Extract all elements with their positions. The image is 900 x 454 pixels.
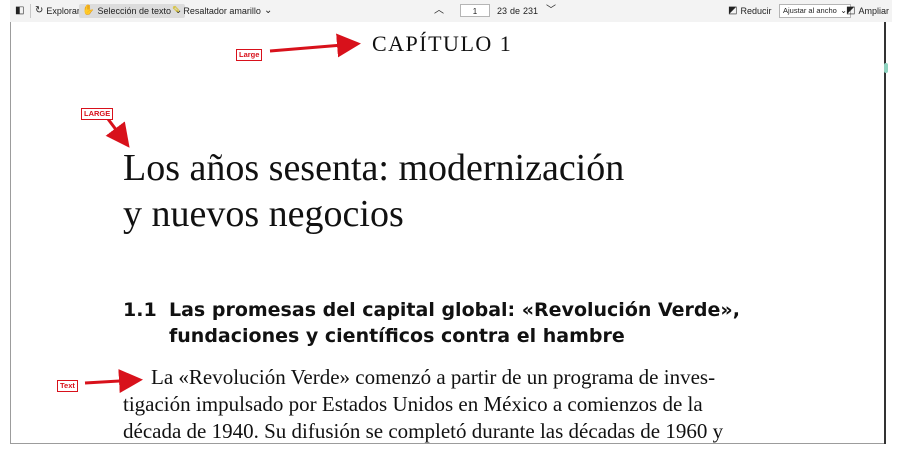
annotation-arrow (269, 33, 361, 58)
annotation-label: LARGE (81, 108, 114, 120)
annotation-arrows (84, 33, 361, 394)
annotation-label: Text (57, 380, 78, 392)
annotation-arrow (84, 369, 143, 394)
annotation-arrow (105, 118, 130, 148)
annotation-label: Large (236, 49, 263, 61)
